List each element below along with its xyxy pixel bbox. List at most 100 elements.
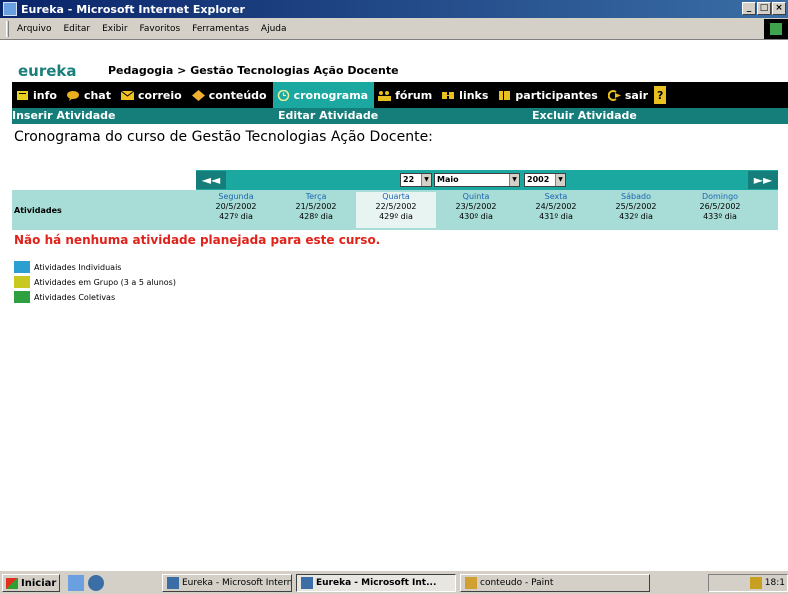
nav-cronograma-label: cronograma bbox=[293, 88, 369, 102]
nav-participantes[interactable]: participantes bbox=[494, 82, 603, 108]
calendar-nav: ◄◄ 22 ▼ Maio ▼ 2002 ▼ ►► bbox=[196, 170, 778, 190]
day-column[interactable]: Quinta 23/5/2002 430º dia bbox=[436, 192, 516, 222]
year-select[interactable]: 2002 ▼ bbox=[524, 173, 566, 187]
nav-correio-label: correio bbox=[138, 88, 182, 102]
tray-icon[interactable] bbox=[749, 577, 762, 589]
nav-info-label: info bbox=[33, 88, 57, 102]
prev-week-button[interactable]: ◄◄ bbox=[196, 171, 226, 189]
menu-ferramentas[interactable]: Ferramentas bbox=[192, 24, 249, 34]
breadcrumb: Pedagogia > Gestão Tecnologias Ação Doce… bbox=[108, 64, 399, 77]
system-tray: 18:1 bbox=[708, 574, 788, 592]
legend-label: Atividades em Grupo (3 a 5 alunos) bbox=[34, 277, 176, 287]
show-desktop-icon[interactable] bbox=[68, 575, 84, 591]
day-column-today[interactable]: Quarta 22/5/2002 429º dia bbox=[356, 192, 436, 228]
action-bar: Inserir Atividade Editar Atividade Exclu… bbox=[12, 108, 788, 124]
empty-schedule-message: Não há nenhuma atividade planejada para … bbox=[14, 233, 381, 247]
nav-sair[interactable]: sair bbox=[604, 82, 654, 108]
nav-conteudo[interactable]: conteúdo bbox=[188, 82, 273, 108]
windows-logo-icon bbox=[764, 19, 788, 39]
day-date: 20/5/2002 bbox=[215, 202, 257, 211]
day-name: Terça bbox=[305, 192, 327, 201]
eureka-logo[interactable]: eureka bbox=[18, 62, 77, 80]
menu-arquivo[interactable]: Arquivo bbox=[17, 24, 51, 34]
legend-swatch bbox=[14, 261, 30, 273]
nav-links[interactable]: links bbox=[438, 82, 494, 108]
nav-participantes-label: participantes bbox=[515, 88, 598, 102]
year-select-value: 2002 bbox=[527, 175, 550, 184]
nav-chat[interactable]: chat bbox=[63, 82, 117, 108]
taskbar-item-eureka-2[interactable]: Eureka - Microsoft Int... bbox=[296, 574, 456, 592]
next-week-button[interactable]: ►► bbox=[748, 171, 778, 189]
activity-legend: Atividades Individuais Atividades em Gru… bbox=[14, 261, 176, 306]
site-header: eureka Pedagogia > Gestão Tecnologias Aç… bbox=[0, 41, 788, 81]
tray-clock: 18:1 bbox=[764, 578, 785, 588]
people-icon bbox=[499, 90, 511, 100]
windows-flag-icon bbox=[6, 577, 18, 589]
nav-conteudo-label: conteúdo bbox=[208, 88, 267, 102]
legend-label: Atividades Coletivas bbox=[34, 292, 116, 302]
day-number: 432º dia bbox=[619, 212, 653, 221]
taskbar-item-paint[interactable]: conteudo - Paint bbox=[460, 574, 650, 592]
day-select-value: 22 bbox=[403, 175, 415, 184]
task-label: conteudo - Paint bbox=[480, 578, 554, 588]
nav-forum[interactable]: fórum bbox=[374, 82, 438, 108]
start-label: Iniciar bbox=[21, 577, 57, 589]
mail-icon bbox=[121, 90, 134, 100]
month-select-value: Maio bbox=[437, 175, 459, 184]
menu-ajuda[interactable]: Ajuda bbox=[261, 24, 287, 34]
day-column[interactable]: Terça 21/5/2002 428º dia bbox=[276, 192, 356, 222]
ie-window-icon[interactable] bbox=[3, 2, 17, 16]
delete-activity-link[interactable]: Excluir Atividade bbox=[532, 109, 637, 122]
task-label: Eureka - Microsoft Internet... bbox=[182, 578, 292, 588]
insert-activity-link[interactable]: Inserir Atividade bbox=[12, 109, 116, 122]
day-name: Domingo bbox=[701, 192, 739, 201]
menu-favoritos[interactable]: Favoritos bbox=[140, 24, 181, 34]
nav-cronograma[interactable]: cronograma bbox=[272, 82, 375, 108]
chat-icon bbox=[66, 90, 79, 101]
day-number: 433º dia bbox=[703, 212, 737, 221]
nav-forum-label: fórum bbox=[395, 88, 433, 102]
day-column[interactable]: Sábado 25/5/2002 432º dia bbox=[596, 192, 676, 222]
forum-icon bbox=[378, 90, 392, 101]
content-icon bbox=[191, 89, 205, 101]
day-name: Segunda bbox=[218, 192, 254, 201]
day-name: Quinta bbox=[462, 192, 490, 201]
maximize-button[interactable]: □ bbox=[757, 2, 771, 15]
taskbar: Iniciar Eureka - Microsoft Internet... E… bbox=[0, 570, 788, 594]
day-column[interactable]: Domingo 26/5/2002 433º dia bbox=[680, 192, 760, 222]
nav-correio[interactable]: correio bbox=[117, 82, 188, 108]
ie-icon bbox=[167, 577, 179, 589]
minimize-button[interactable]: _ bbox=[742, 2, 756, 15]
nav-chat-label: chat bbox=[83, 88, 111, 102]
chevron-down-icon[interactable]: ▼ bbox=[509, 174, 519, 186]
nav-links-label: links bbox=[459, 88, 489, 102]
day-number: 430º dia bbox=[459, 212, 493, 221]
day-date: 24/5/2002 bbox=[535, 202, 577, 211]
day-number: 429º dia bbox=[379, 212, 413, 221]
day-date: 26/5/2002 bbox=[699, 202, 741, 211]
month-select[interactable]: Maio ▼ bbox=[434, 173, 520, 187]
nav-info[interactable]: info bbox=[12, 82, 63, 108]
ie-quicklaunch-icon[interactable] bbox=[88, 575, 104, 591]
help-button[interactable]: ? bbox=[654, 86, 667, 104]
menu-editar[interactable]: Editar bbox=[63, 24, 90, 34]
close-button[interactable]: × bbox=[772, 2, 786, 15]
clock-icon bbox=[277, 89, 289, 101]
day-name: Sexta bbox=[544, 192, 568, 201]
start-button[interactable]: Iniciar bbox=[2, 574, 60, 592]
menu-exibir[interactable]: Exibir bbox=[102, 24, 127, 34]
taskbar-item-eureka-1[interactable]: Eureka - Microsoft Internet... bbox=[162, 574, 292, 592]
chevron-down-icon[interactable]: ▼ bbox=[555, 174, 565, 186]
chevron-down-icon[interactable]: ▼ bbox=[421, 174, 431, 186]
day-date: 22/5/2002 bbox=[375, 202, 417, 211]
window-titlebar[interactable]: Eureka - Microsoft Internet Explorer _ □… bbox=[0, 0, 788, 18]
info-icon bbox=[17, 90, 28, 100]
day-column[interactable]: Segunda 20/5/2002 427º dia bbox=[196, 192, 276, 222]
edit-activity-link[interactable]: Editar Atividade bbox=[278, 109, 378, 122]
day-column[interactable]: Sexta 24/5/2002 431º dia bbox=[516, 192, 596, 222]
legend-swatch bbox=[14, 276, 30, 288]
day-select[interactable]: 22 ▼ bbox=[400, 173, 432, 187]
day-date: 21/5/2002 bbox=[295, 202, 337, 211]
activities-column-header: Atividades bbox=[14, 206, 62, 215]
toolbar-grip[interactable] bbox=[6, 20, 9, 37]
